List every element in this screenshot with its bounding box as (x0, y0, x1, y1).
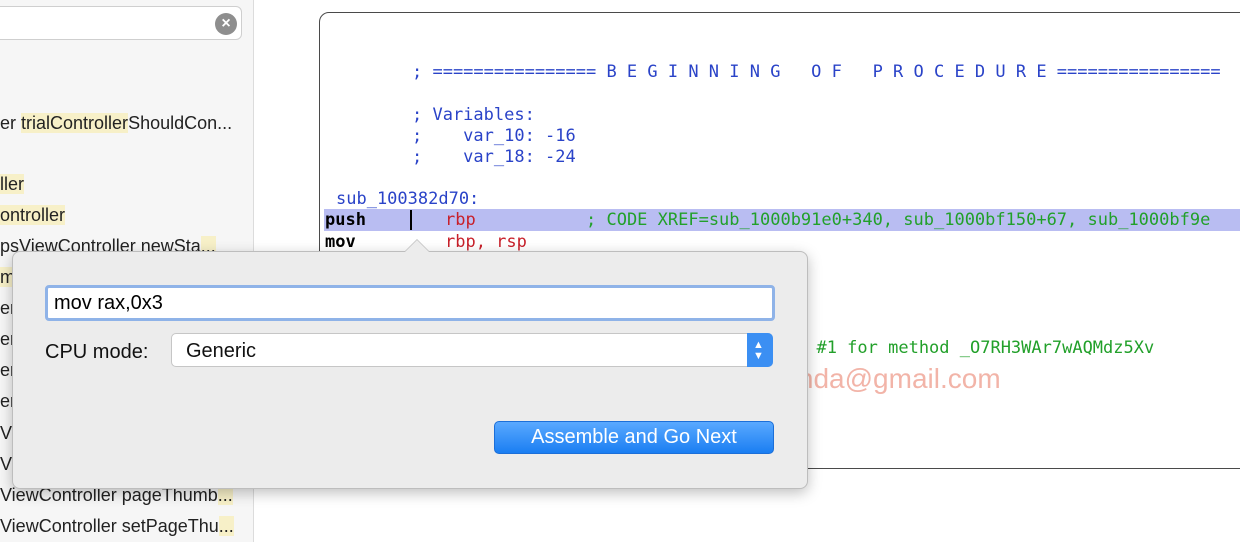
sidebar-list-item[interactable]: ViewController setPageThu... (0, 514, 234, 538)
list-item-match-highlight: ontroller (0, 205, 66, 225)
list-item-match-highlight: trialController (21, 113, 129, 133)
list-item-text: ShouldCon... (128, 113, 233, 133)
assembly-input[interactable] (45, 285, 775, 321)
procedure-header: ; ================ B E G I N N I N G O F… (412, 62, 1221, 82)
assemble-and-go-next-button[interactable]: Assemble and Go Next (494, 421, 774, 454)
list-item-match-highlight: ... (218, 516, 234, 536)
popover-arrow (404, 239, 430, 252)
cpu-mode-select[interactable]: Generic ▲ ▼ (171, 333, 773, 367)
sidebar-list-item[interactable]: ontroller (0, 203, 66, 227)
variable-var-10: ; var_10: -16 (412, 126, 576, 146)
list-item-text: ViewController setPageThu (0, 516, 219, 536)
sidebar-list-item[interactable]: er trialControllerShouldCon... (0, 111, 232, 135)
procedure-label[interactable]: sub_100382d70: (336, 188, 479, 210)
clear-search-icon[interactable]: × (215, 13, 237, 35)
variable-var-18: ; var_18: -24 (412, 147, 576, 167)
list-item-match-highlight: ller (0, 174, 25, 194)
method-comment: t #1 for method _O7RH3WAr7wAQMdz5Xv (796, 338, 1155, 358)
chevron-updown-icon[interactable]: ▲ ▼ (747, 333, 773, 367)
sidebar-list-item[interactable]: ller (0, 172, 25, 196)
instruction-push[interactable]: push (325, 209, 366, 231)
operand-rbp-rsp[interactable]: rbp, rsp (445, 231, 527, 253)
xref-comment[interactable]: ; CODE XREF=sub_1000b91e0+340, sub_1000b… (586, 209, 1210, 231)
search-field[interactable]: × (0, 6, 242, 40)
operand-rbp[interactable]: rbp (445, 209, 476, 231)
cpu-mode-value: Generic (186, 340, 257, 362)
text-cursor (410, 210, 412, 230)
variables-label: ; Variables: (412, 105, 535, 125)
list-item-text: er (0, 113, 22, 133)
instruction-mov[interactable]: mov (325, 231, 356, 253)
assemble-popover: CPU mode: Generic ▲▼ Assemble and Go Nex… (12, 239, 808, 489)
cpu-mode-label: CPU mode: (45, 341, 149, 363)
